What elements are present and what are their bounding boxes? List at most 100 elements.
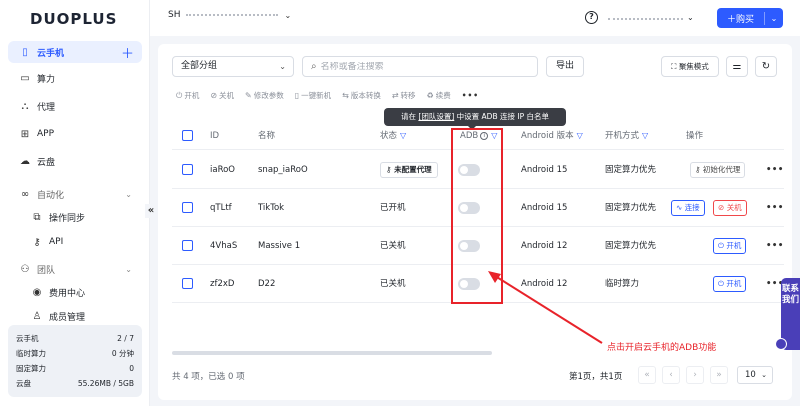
- help-icon[interactable]: ?: [585, 11, 598, 24]
- usage-summary: 云手机 2 / 7 临时算力 0 分钟 固定算力 0 云盘 55.26MB / …: [8, 325, 142, 397]
- usage-label: 云手机: [16, 334, 39, 343]
- search-box[interactable]: ⌕: [302, 56, 538, 77]
- link-icon: ∞: [20, 188, 30, 200]
- search-input[interactable]: [320, 61, 521, 72]
- batch-toolbar: ⏻ 开机 ⊘ 关机 ✎ 修改参数 ▯ 一键新机 ⇆ 版本转换 ⇄ 转移 ♻ 续费 •••: [176, 90, 479, 101]
- renew-icon: ♻: [426, 91, 434, 100]
- refresh-icon[interactable]: ↻: [755, 56, 777, 77]
- sidebar-item-op-sync[interactable]: ⧉ 操作同步: [8, 206, 142, 228]
- last-page-icon[interactable]: »: [710, 366, 728, 384]
- transfer-icon: ⇄: [391, 91, 399, 100]
- row-more-icon[interactable]: •••: [766, 227, 784, 265]
- cell-name[interactable]: D22: [258, 265, 275, 303]
- edit-params-action[interactable]: ✎ 修改参数: [245, 90, 284, 101]
- add-phone-icon[interactable]: ＋: [121, 43, 134, 62]
- horizontal-scrollbar[interactable]: [172, 351, 492, 355]
- collapse-sidebar-icon[interactable]: «: [145, 204, 157, 218]
- chevron-down-icon[interactable]: ⌄: [765, 14, 783, 23]
- buy-button[interactable]: ＋购买 ⌄: [717, 8, 783, 28]
- annotation-text: 点击开启云手机的ADB功能: [607, 343, 717, 353]
- apps-grid-icon: ⊞: [20, 128, 30, 140]
- filter-icon[interactable]: ▽: [400, 122, 406, 150]
- team-settings-link[interactable]: [团队设置]: [418, 112, 454, 121]
- transfer-action[interactable]: ⇄ 转移: [392, 90, 416, 101]
- connect-button[interactable]: ∿ 连接: [671, 200, 705, 216]
- group-select[interactable]: 全部分组 ⌄: [172, 56, 294, 77]
- adb-column-highlight: [451, 128, 503, 304]
- brand-logo[interactable]: DUOPLUS: [30, 10, 117, 28]
- cell-name[interactable]: TikTok: [258, 189, 284, 227]
- redacted-text: [608, 16, 683, 20]
- select-all-checkbox[interactable]: [182, 130, 193, 141]
- sidebar-group-automation[interactable]: ∞ 自动化 ⌄: [8, 183, 142, 205]
- sidebar-item-compute[interactable]: ▭ 算力: [8, 67, 142, 89]
- power-on-button[interactable]: ⏻ 开机: [713, 238, 747, 254]
- focus-mode-label: 聚焦模式: [678, 62, 709, 71]
- sidebar-item-proxy[interactable]: ⛬ 代理: [8, 95, 142, 117]
- filter-icon[interactable]: ▽: [577, 122, 583, 150]
- focus-icon: ⛶: [671, 62, 677, 71]
- cell-android-version: Android 12: [521, 241, 568, 251]
- more-actions-icon[interactable]: •••: [462, 91, 479, 100]
- usage-row: 云盘 55.26MB / 5GB: [16, 376, 134, 391]
- power-off-button[interactable]: ⊘ 关机: [713, 200, 747, 216]
- row-checkbox[interactable]: [182, 202, 193, 213]
- cell-boot-mode: 临时算力: [605, 279, 640, 289]
- button-label: 开机: [726, 279, 742, 288]
- prev-page-icon[interactable]: ‹: [662, 366, 680, 384]
- sidebar-item-cloud-phone[interactable]: ▯ 云手机 ＋: [8, 41, 142, 63]
- sidebar-group-team[interactable]: ⚇ 团队 ⌄: [8, 258, 142, 280]
- usage-label: 云盘: [16, 379, 31, 388]
- row-checkbox[interactable]: [182, 278, 193, 289]
- column-settings-icon[interactable]: ⚌: [726, 56, 748, 77]
- action-label: 转移: [400, 91, 416, 100]
- next-page-icon[interactable]: ›: [686, 366, 704, 384]
- key-icon: ⚷: [33, 236, 41, 248]
- page-size-select[interactable]: 10 ⌄: [737, 366, 773, 384]
- cell-id: 4VhaS: [210, 241, 238, 251]
- usage-row: 固定算力 0: [16, 361, 134, 376]
- sidebar-item-api[interactable]: ⚷ API: [8, 231, 142, 253]
- column-boot-mode: 开机方式 ▽: [605, 122, 648, 150]
- first-page-icon[interactable]: «: [638, 366, 656, 384]
- chat-bubble-icon[interactable]: [775, 338, 787, 350]
- sidebar-item-app[interactable]: ⊞ APP: [8, 123, 142, 145]
- sidebar-item-members[interactable]: ♙ 成员管理: [8, 305, 142, 327]
- topbar: SH ⌄ ? ⌄ ＋购买 ⌄: [150, 0, 800, 36]
- renew-action[interactable]: ♻ 续费: [427, 90, 451, 101]
- sidebar-item-cloud-disk[interactable]: ☁ 云盘: [8, 150, 142, 172]
- focus-mode-button[interactable]: ⛶ 聚焦模式: [661, 56, 719, 77]
- sidebar-item-label: 自动化: [37, 190, 65, 201]
- init-proxy-button[interactable]: ⚷ 初始化代理: [690, 162, 746, 178]
- cell-status: 已关机: [380, 279, 406, 289]
- version-convert-action[interactable]: ⇆ 版本转换: [342, 90, 381, 101]
- power-off-action[interactable]: ⊘ 关机: [210, 90, 234, 101]
- column-actions: 操作: [686, 131, 704, 141]
- cell-name[interactable]: Massive 1: [258, 227, 300, 265]
- cell-boot-mode: 固定算力优先: [605, 241, 657, 251]
- power-on-button[interactable]: ⏻ 开机: [713, 276, 747, 292]
- badge-label: 未配置代理: [394, 165, 432, 174]
- export-button[interactable]: 导出: [546, 56, 584, 77]
- filter-icon[interactable]: ▽: [642, 122, 648, 150]
- row-checkbox[interactable]: [182, 240, 193, 251]
- usage-value: 55.26MB / 5GB: [77, 379, 134, 388]
- phone-icon: ▯: [22, 46, 28, 58]
- row-more-icon[interactable]: •••: [766, 189, 784, 227]
- action-label: 开机: [184, 91, 200, 100]
- action-label: 一键新机: [301, 91, 332, 100]
- new-device-action[interactable]: ▯ 一键新机: [295, 90, 331, 101]
- sidebar-item-billing[interactable]: ◉ 费用中心: [8, 281, 142, 303]
- app-root: DUOPLUS ▯ 云手机 ＋ ▭ 算力 ⛬ 代理 ⊞ APP ☁ 云盘 ∞ 自…: [0, 0, 800, 406]
- user-menu[interactable]: ⌄: [608, 13, 694, 22]
- cell-android-version: Android 12: [521, 279, 568, 289]
- proxy-status-badge[interactable]: ⚷ 未配置代理: [380, 162, 438, 178]
- row-more-icon[interactable]: •••: [766, 151, 784, 189]
- chevron-down-icon: ⌄: [279, 62, 286, 71]
- sidebar-item-label: API: [49, 237, 64, 247]
- account-switcher[interactable]: SH ⌄: [168, 10, 291, 20]
- row-checkbox[interactable]: [182, 164, 193, 175]
- chevron-down-icon: ⌄: [125, 264, 132, 274]
- cell-name[interactable]: snap_iaRoO: [258, 151, 308, 189]
- power-on-action[interactable]: ⏻ 开机: [176, 90, 199, 101]
